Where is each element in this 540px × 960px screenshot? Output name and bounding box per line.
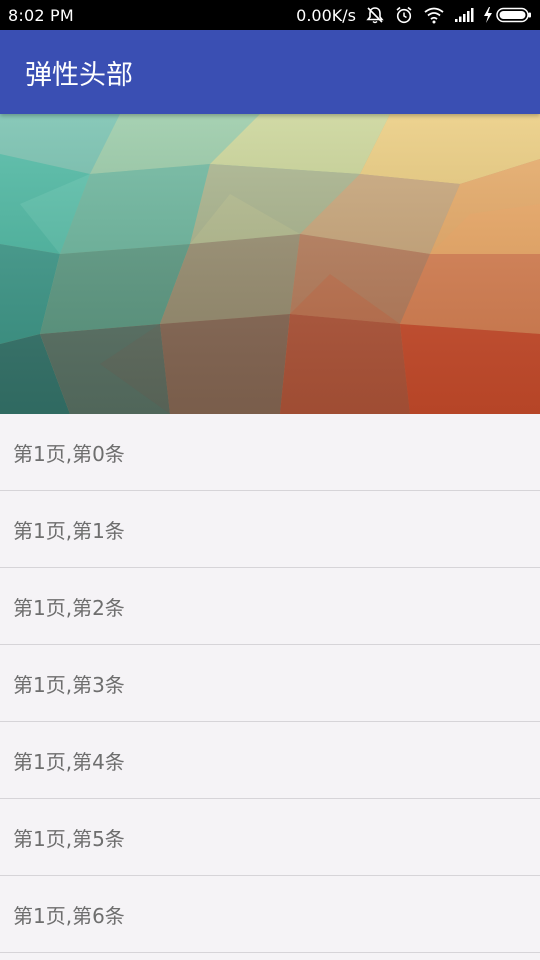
list-item-label: 第1页,第2条	[13, 595, 125, 620]
status-icons: 0.00K/s	[296, 5, 532, 25]
list-item[interactable]: 第1页,第2条	[0, 568, 540, 645]
battery-icon	[496, 7, 532, 23]
list-item[interactable]: 第1页,第1条	[0, 491, 540, 568]
signal-icon	[454, 7, 474, 23]
alarm-clock-icon	[394, 5, 414, 25]
app-bar: 弹性头部	[0, 30, 540, 114]
list-item-label: 第1页,第3条	[13, 672, 125, 697]
list-item-label: 第1页,第6条	[13, 903, 125, 928]
alarm-muted-icon	[365, 5, 385, 25]
status-bar: 8:02 PM 0.00K/s	[0, 0, 540, 30]
network-speed: 0.00K/s	[296, 5, 356, 25]
app-screen: 8:02 PM 0.00K/s 弹性头部 第1页,第0条 第1页,第1条 第1页…	[0, 0, 540, 960]
list-item-label: 第1页,第5条	[13, 826, 125, 851]
list-item-label: 第1页,第4条	[13, 749, 125, 774]
battery-indicator	[483, 6, 532, 24]
app-bar-title: 弹性头部	[25, 59, 133, 91]
header-banner-image	[0, 114, 540, 414]
list-item[interactable]: 第1页,第0条	[0, 414, 540, 491]
list-item[interactable]: 第1页,第4条	[0, 722, 540, 799]
list-item-label: 第1页,第1条	[13, 518, 125, 543]
status-time: 8:02 PM	[8, 5, 74, 25]
list-item[interactable]: 第1页,第3条	[0, 645, 540, 722]
charging-icon	[483, 6, 493, 24]
wifi-icon	[423, 6, 445, 24]
list-item-label: 第1页,第0条	[13, 441, 125, 466]
item-list: 第1页,第0条 第1页,第1条 第1页,第2条 第1页,第3条 第1页,第4条 …	[0, 414, 540, 953]
list-item[interactable]: 第1页,第5条	[0, 799, 540, 876]
list-item[interactable]: 第1页,第6条	[0, 876, 540, 953]
